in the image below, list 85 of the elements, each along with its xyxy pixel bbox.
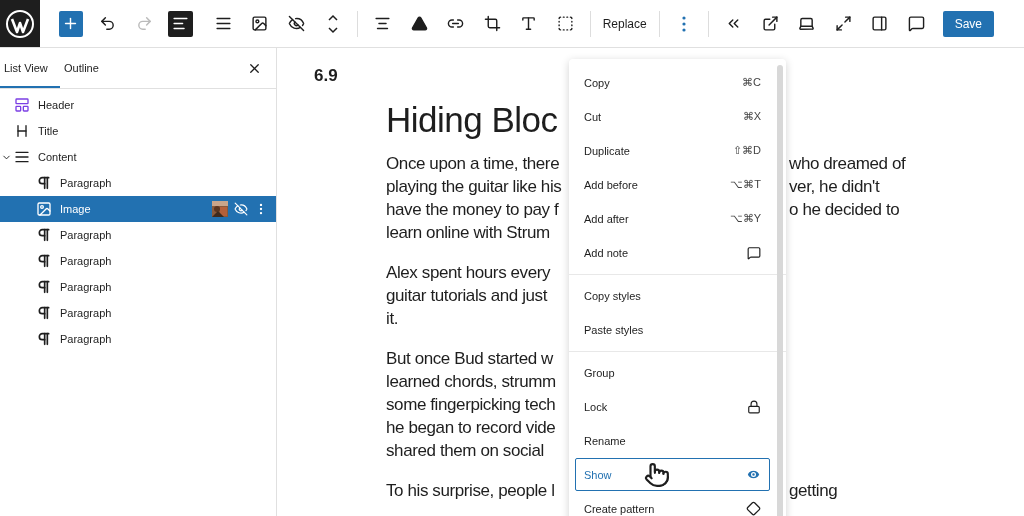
menu-item[interactable]: Duplicate ⇧⌘D [575,134,770,167]
replace-button[interactable]: Replace [596,12,653,35]
lock-icon [747,399,761,414]
list-view-item[interactable]: Paragraph [0,274,276,300]
paragraph-text: some fingerpicking tech [386,394,556,415]
post-title: Hiding Bloc [386,100,558,140]
pilcrow-icon [36,253,52,269]
menu-item[interactable]: Create pattern [575,492,770,516]
version-label: 6.9 [314,66,338,86]
paragraph-text: who dreamed of [789,153,906,174]
sidebar-tab[interactable]: Outline [60,48,120,88]
redo-icon [135,15,153,32]
list-view-item[interactable]: Paragraph [0,326,276,352]
align-center-icon [374,15,392,32]
list-view-item[interactable]: Paragraph [0,300,276,326]
paragraph-text: he began to record vide [386,417,556,438]
eye-off-icon [287,15,305,32]
list-view-item[interactable]: Paragraph [0,222,276,248]
paragraph-text: shared them on social [386,440,544,461]
image-icon [251,15,269,32]
pilcrow-icon [36,175,52,191]
sidebar-tab[interactable]: List View [0,48,60,88]
panel-icon [871,15,889,32]
list-view-item[interactable]: Paragraph [0,248,276,274]
laptop-icon [798,15,816,32]
menu-item[interactable]: Copy styles [575,279,770,312]
paragraph-text: playing the guitar like his [386,176,562,197]
header-icon [14,97,30,113]
comment-icon [907,15,925,32]
menu-item[interactable]: Copy ⌘C [575,66,770,99]
list-view-item[interactable]: Title [0,118,276,144]
menu-item[interactable]: Cut ⌘X [575,100,770,133]
logo[interactable] [0,0,40,47]
pilcrow-icon [36,279,52,295]
paragraph-text: learn online with Strum [386,222,550,243]
more-icon [681,15,686,32]
menu-item[interactable]: Paste styles [575,313,770,346]
content-icon [14,149,30,165]
maximize-icon [834,15,852,32]
paragraph-text: it. [386,308,399,329]
menu-item[interactable]: Add note [575,236,770,269]
menu-item[interactable]: Add after ⌥⌘Y [575,202,770,235]
crop-icon [483,15,501,32]
eye-icon [746,467,761,482]
list-view-icon [172,15,190,32]
list-view-button[interactable] [168,10,193,37]
image-icon [36,201,52,217]
up-down-chevron-icon [326,12,341,35]
align-icon [214,15,232,32]
eye-off-icon[interactable] [234,202,248,216]
wordpress-logo-icon [4,8,35,39]
paragraph-text: ver, he didn't [789,176,880,197]
hand-cursor-icon [644,462,670,488]
heading-icon [14,123,30,139]
text-icon [520,15,538,32]
paragraph-text: But once Bud started w [386,348,553,369]
save-button[interactable]: Save [942,10,994,37]
menu-item[interactable]: Lock [575,390,770,423]
paragraph-text: learned chords, strumm [386,371,556,392]
paragraph-text: To his surprise, people l [386,480,555,501]
list-view-item[interactable]: Image [0,196,276,222]
list-view-item[interactable]: Paragraph [0,170,276,196]
menu-item[interactable]: Group [575,356,770,389]
list-view-item[interactable]: Content [0,144,276,170]
caption-icon [556,15,574,32]
paragraph-text: o he decided to [789,199,900,220]
paragraph-text: Once upon a time, there [386,153,560,174]
menu-item[interactable]: Add before ⌥⌘T [575,168,770,201]
pilcrow-icon [36,227,52,243]
add-block-button[interactable] [58,10,84,37]
paragraph-text: have the money to pay f [386,199,559,220]
external-link-icon [761,15,779,32]
undo-icon [99,15,117,32]
paragraph-text: guitar tutorials and just [386,285,548,306]
diamond-icon [746,501,761,516]
menu-item[interactable]: Show [575,458,770,491]
comment-icon [747,245,761,260]
paragraph-text: Alex spent hours every [386,262,551,283]
pilcrow-icon [36,331,52,347]
menu-item[interactable]: Rename [575,424,770,457]
triangle-icon [410,15,428,32]
pilcrow-icon [36,305,52,321]
paragraph-text: getting [789,480,838,501]
scrollbar[interactable] [777,65,783,516]
list-view-item[interactable]: Header [0,92,276,118]
